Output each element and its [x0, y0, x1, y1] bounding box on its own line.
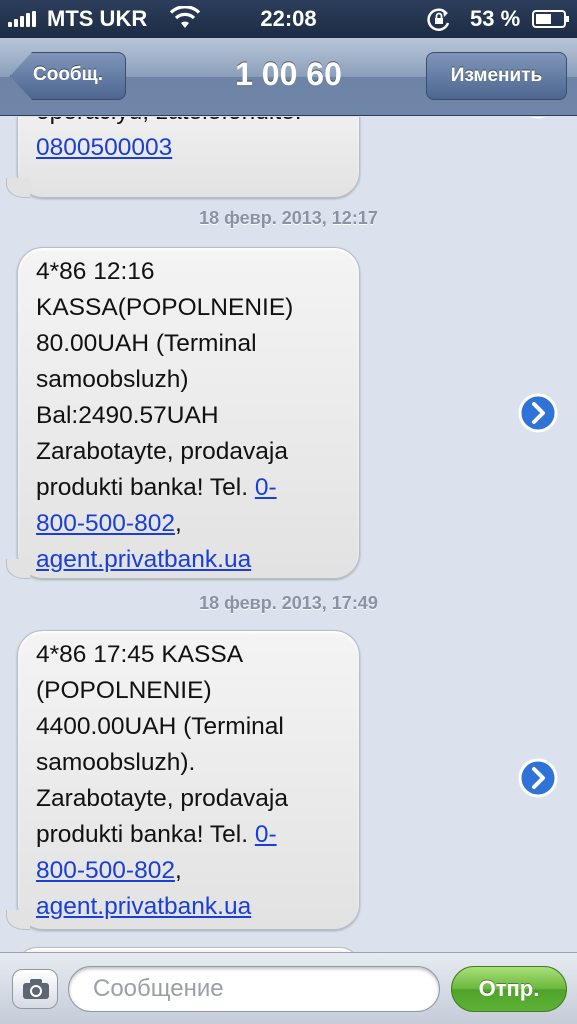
message-bubble[interactable]: operaciyu, zatelefonuite: 0800500003: [6, 117, 360, 198]
bubble-tail: [6, 178, 30, 198]
message-timestamp: 18 февр. 2013, 12:17: [199, 208, 378, 228]
phone-link[interactable]: 0-: [255, 474, 277, 501]
bubble-tail: [6, 559, 30, 579]
message-line: Bal:2490.57UAH: [36, 402, 219, 429]
compose-bar: Отпр.: [0, 952, 577, 1024]
website-link[interactable]: agent.privatbank.ua: [36, 893, 251, 920]
message-line: samoobsluzh).: [36, 749, 196, 776]
message-line: 4*86 17:45 KASSA: [36, 641, 244, 668]
phone-link[interactable]: 800-500-802: [36, 857, 175, 884]
punctuation: ,: [174, 857, 182, 884]
bubble-tail: [6, 910, 30, 930]
navigation-bar: Сообщ. 1 00 60 Изменить: [0, 38, 577, 116]
detail-disclosure-icon[interactable]: [518, 117, 558, 119]
message-line: 80.00UAH (Terminal: [36, 330, 257, 357]
message-list[interactable]: operaciyu, zatelefonuite: 0800500003 18 …: [0, 117, 577, 952]
punctuation: ,: [174, 510, 182, 537]
website-link[interactable]: agent.privatbank.ua: [36, 546, 251, 573]
message-line: (POPOLNENIE): [36, 677, 212, 704]
message-bubble[interactable]: 4*86 17:45 KASSA (POPOLNENIE) 4400.00UAH…: [6, 630, 360, 930]
rotation-lock-icon: [427, 8, 450, 31]
battery-icon: [532, 10, 569, 28]
message-line: Zarabotayte, prodavaja: [36, 438, 288, 465]
phone-link[interactable]: 0800500003: [36, 134, 172, 161]
message-bubble[interactable]: 4*86 12:16 KASSA(POPOLNENIE) 80.00UAH (T…: [6, 247, 360, 579]
message-line: produkti banka! Tel.: [36, 821, 255, 848]
message-line: produkti banka! Tel.: [36, 474, 255, 501]
detail-disclosure-icon[interactable]: [518, 758, 558, 798]
message-line: samoobsluzh): [36, 366, 189, 393]
phone-link[interactable]: 800-500-802: [36, 510, 175, 537]
detail-disclosure-icon[interactable]: [518, 393, 558, 433]
message-line: KASSA(POPOLNENIE): [36, 294, 294, 321]
battery-percent: 53 %: [470, 6, 521, 31]
message-input[interactable]: [68, 966, 440, 1012]
send-button[interactable]: Отпр.: [451, 966, 567, 1012]
message-line: 4400.00UAH (Terminal: [36, 713, 284, 740]
camera-icon: [23, 979, 49, 999]
camera-button[interactable]: [12, 969, 58, 1009]
message-line: 4*86 12:16: [36, 258, 155, 285]
edit-button[interactable]: Изменить: [426, 52, 567, 100]
message-line: Zarabotayte, prodavaja: [36, 785, 288, 812]
message-line: operaciyu, zatelefonuite:: [36, 117, 349, 130]
phone-link[interactable]: 0-: [255, 821, 277, 848]
status-bar: MTS UKR 22:08 53 %: [0, 0, 577, 38]
back-button[interactable]: Сообщ.: [10, 52, 126, 100]
message-timestamp: 18 февр. 2013, 17:49: [199, 593, 378, 613]
